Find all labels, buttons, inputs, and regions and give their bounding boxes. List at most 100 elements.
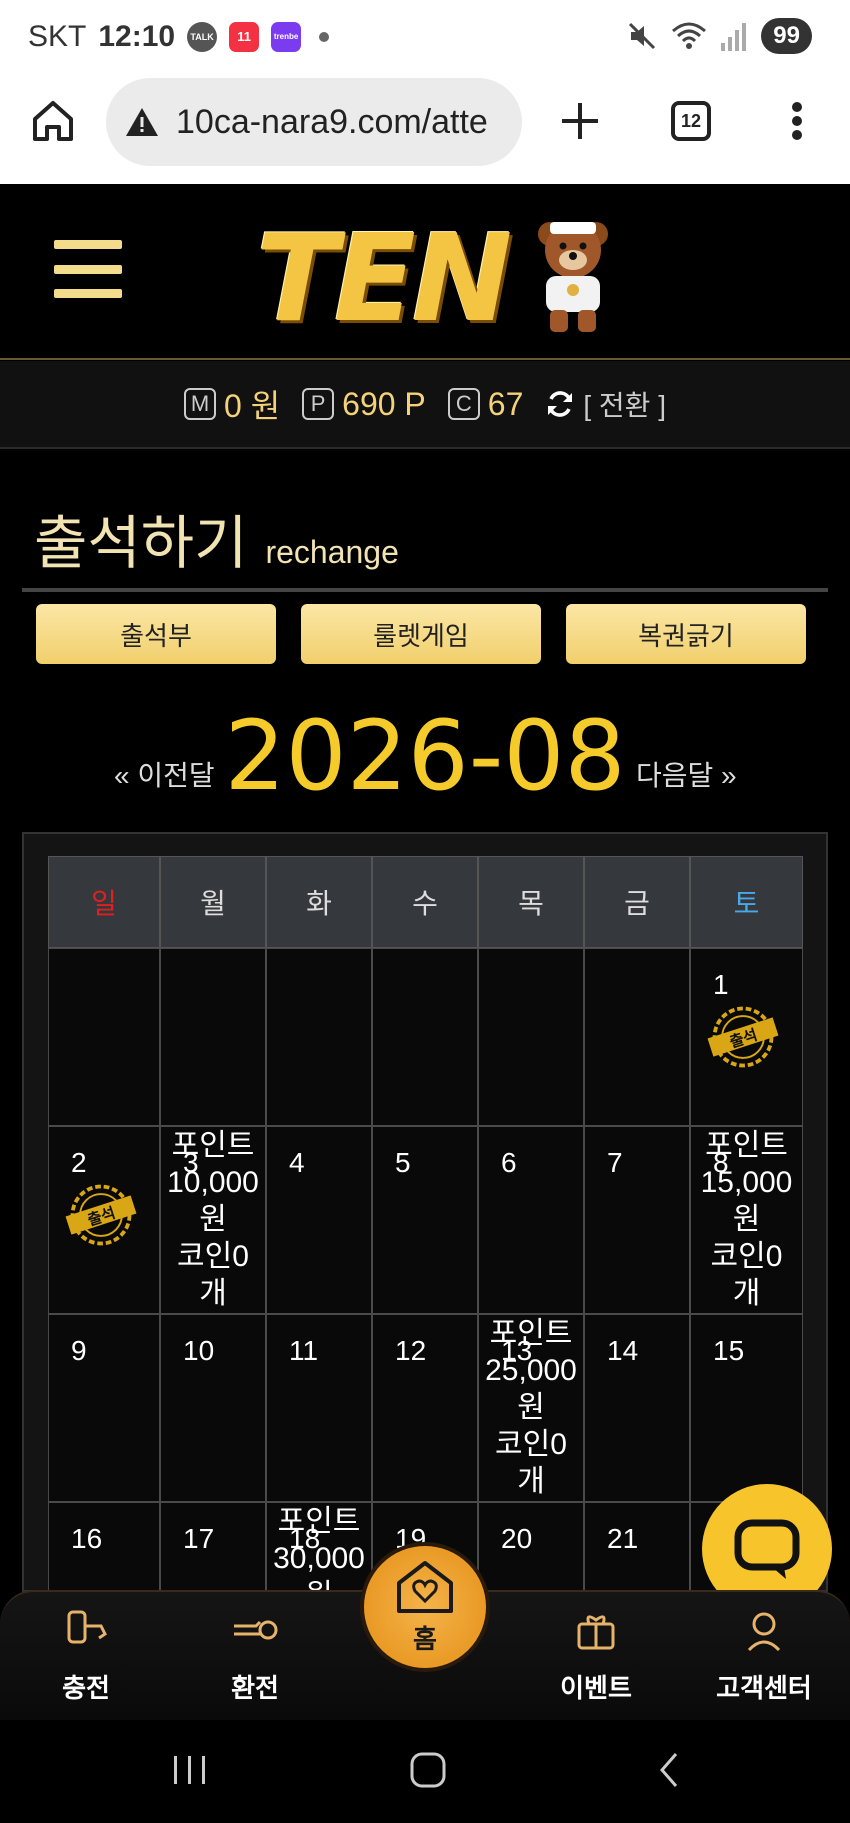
coin-badge: C bbox=[447, 388, 480, 420]
wifi-icon bbox=[672, 22, 707, 49]
new-tab-button[interactable] bbox=[545, 86, 615, 156]
next-month-link[interactable]: 다음달 » bbox=[636, 754, 737, 794]
clock: 12:10 bbox=[98, 20, 176, 53]
calendar-day-cell[interactable]: 10 bbox=[160, 1314, 266, 1502]
weekday-header: 목 bbox=[478, 856, 584, 948]
gift-icon bbox=[577, 1615, 615, 1650]
calendar-empty-cell bbox=[160, 948, 266, 1126]
nav-charge[interactable]: 충전 bbox=[16, 1592, 156, 1722]
attendance-stamp-icon: 출석 bbox=[65, 1184, 137, 1246]
coin-balance: C 67 bbox=[447, 386, 523, 423]
calendar-day-cell[interactable]: 20 bbox=[478, 1502, 584, 1590]
weekday-header: 토 bbox=[690, 856, 803, 948]
switch-label: [ 전환 ] bbox=[583, 390, 666, 421]
weekday-header: 수 bbox=[372, 856, 478, 948]
calendar-day-cell[interactable]: 9 bbox=[48, 1314, 160, 1502]
calendar-day-cell[interactable]: 13 포인트 25,000 원 코인0 개 bbox=[478, 1314, 584, 1502]
day-number: 16 bbox=[71, 1523, 103, 1554]
reward-line: 원 bbox=[517, 1391, 545, 1424]
reward-line: 30,000 bbox=[273, 1542, 365, 1575]
point-value: 690 P bbox=[342, 385, 426, 422]
calendar-day-cell[interactable]: 17 bbox=[160, 1502, 266, 1590]
back-icon[interactable] bbox=[650, 1750, 690, 1790]
weekday-header: 금 bbox=[584, 856, 690, 948]
nav-charge-label: 충전 bbox=[62, 1673, 110, 1703]
address-bar[interactable]: 10ca-nara9.com/atte bbox=[106, 78, 522, 166]
support-agent-icon bbox=[747, 1612, 781, 1652]
exchange-icon bbox=[234, 1620, 278, 1640]
calendar-day-cell[interactable]: 18포인트30,000원 bbox=[266, 1502, 372, 1590]
weekday-header: 일 bbox=[48, 856, 160, 948]
browser-menu-button[interactable] bbox=[762, 86, 832, 156]
day-number: 11 bbox=[289, 1335, 319, 1366]
nav-exchange[interactable]: 환전 bbox=[185, 1592, 325, 1722]
day-number: 1 bbox=[713, 969, 729, 1000]
page-title-en: rechange bbox=[265, 534, 399, 570]
calendar-day-cell[interactable]: 4 bbox=[266, 1126, 372, 1314]
point-balance: P 690 P bbox=[302, 386, 426, 423]
reward-line: 25,000 bbox=[485, 1354, 577, 1387]
day-number: 12 bbox=[395, 1335, 427, 1366]
calendar-day-cell[interactable]: 2 출석 bbox=[48, 1126, 160, 1314]
tab-switcher-button[interactable]: 12 bbox=[656, 86, 726, 156]
attendance-stamp-icon: 출석 bbox=[707, 1006, 779, 1068]
calendar-day-cell[interactable]: 15 bbox=[690, 1314, 803, 1502]
reward-line: 개 bbox=[732, 1277, 761, 1310]
nav-event[interactable]: 이벤트 bbox=[526, 1592, 666, 1722]
day-number: 2 bbox=[71, 1147, 87, 1178]
plus-icon bbox=[562, 103, 598, 139]
money-value: 0 원 bbox=[224, 388, 281, 424]
refresh-icon bbox=[548, 391, 573, 417]
reward-line: 코인0 bbox=[177, 1240, 249, 1273]
tab-roulette[interactable]: 룰렛게임 bbox=[301, 604, 541, 664]
nav-support[interactable]: 고객센터 bbox=[694, 1592, 834, 1722]
carrier: SKT bbox=[28, 20, 87, 53]
prev-month-link[interactable]: « 이전달 bbox=[114, 754, 215, 794]
money-badge: M bbox=[184, 388, 216, 420]
calendar-empty-cell bbox=[584, 948, 690, 1126]
day-reward: 포인트 25,000 원 코인0 개 bbox=[479, 1315, 583, 1500]
day-number: 17 bbox=[183, 1523, 215, 1554]
day-reward: 포인트 15,000 원 코인0 개 bbox=[691, 1127, 802, 1312]
calendar-day-cell[interactable]: 8 포인트 15,000 원 코인0 개 bbox=[690, 1126, 803, 1314]
day-number: 5 bbox=[395, 1147, 411, 1178]
home-icon bbox=[33, 101, 73, 141]
calendar-day-cell[interactable]: 16 bbox=[48, 1502, 160, 1590]
page-title-ko: 출석하기 bbox=[34, 511, 248, 576]
reward-line: 코인0 bbox=[710, 1240, 783, 1273]
tab-count: 12 bbox=[671, 101, 711, 141]
nav-home[interactable]: 홈 bbox=[360, 1542, 490, 1672]
site-header: TEN bbox=[0, 184, 850, 360]
reward-line: 포인트 bbox=[277, 1505, 361, 1538]
calendar-day-cell[interactable]: 21 bbox=[584, 1502, 690, 1590]
day-number: 7 bbox=[607, 1147, 623, 1178]
calendar-day-cell[interactable]: 12 bbox=[372, 1314, 478, 1502]
nav-home-label: 홈 bbox=[413, 1623, 437, 1654]
calendar-day-cell[interactable]: 14 bbox=[584, 1314, 690, 1502]
calendar-empty-cell bbox=[266, 948, 372, 1126]
home-button[interactable] bbox=[18, 86, 88, 156]
nav-support-label: 고객센터 bbox=[716, 1673, 812, 1703]
calendar-day-cell[interactable]: 7 bbox=[584, 1126, 690, 1314]
tab-attendance[interactable]: 출석부 bbox=[36, 604, 276, 664]
weekday-header: 월 bbox=[160, 856, 266, 948]
calendar-day-cell[interactable]: 11 bbox=[266, 1314, 372, 1502]
calendar-empty-cell bbox=[372, 948, 478, 1126]
switch-button[interactable]: [ 전환 ] bbox=[545, 384, 666, 424]
battery-indicator: 99 bbox=[761, 18, 812, 54]
system-home-icon[interactable] bbox=[408, 1750, 448, 1790]
day-reward: 포인트 10,000 원 코인0 개 bbox=[161, 1127, 265, 1312]
calendar-day-cell[interactable]: 1 출석 bbox=[690, 948, 803, 1126]
calendar-day-cell[interactable]: 6 bbox=[478, 1126, 584, 1314]
reward-line: 10,000 bbox=[167, 1166, 259, 1199]
recent-apps-icon[interactable] bbox=[170, 1750, 210, 1790]
calendar-day-cell[interactable]: 5 bbox=[372, 1126, 478, 1314]
site-logo[interactable]: TEN bbox=[256, 206, 608, 349]
reward-line: 15,000 bbox=[700, 1166, 793, 1199]
calendar-day-cell[interactable]: 3 포인트 10,000 원 코인0 개 bbox=[160, 1126, 266, 1314]
signal-icon bbox=[721, 23, 747, 51]
calendar-week-row: 2 출석 3 포인트 10,000 원 코인0 개 4 5 6 7 8 포인트 15,000 원 코인0 개 bbox=[48, 1126, 826, 1314]
hamburger-menu-button[interactable] bbox=[54, 240, 122, 298]
day-number: 6 bbox=[501, 1147, 517, 1178]
tab-lottery[interactable]: 복권긁기 bbox=[566, 604, 806, 664]
